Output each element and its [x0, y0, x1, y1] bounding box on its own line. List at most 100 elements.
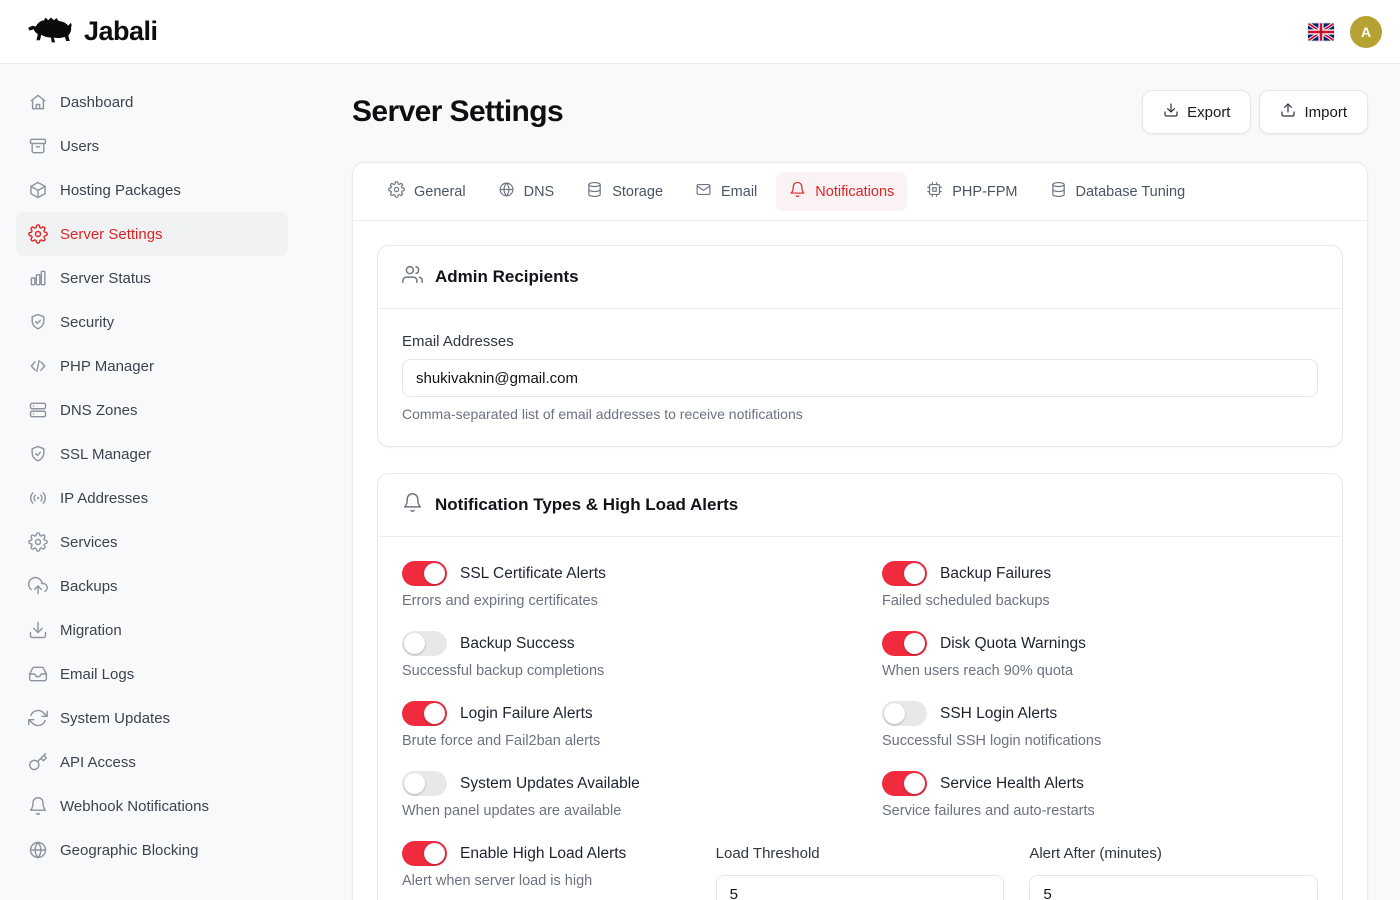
users-icon	[402, 264, 423, 290]
sidebar-item-label: PHP Manager	[60, 358, 154, 375]
toggle-label: Backup Success	[460, 635, 575, 653]
sidebar-item-hosting-packages[interactable]: Hosting Packages	[16, 168, 288, 212]
email-addresses-input[interactable]	[402, 359, 1318, 397]
toggle-service-health-alerts: Service Health Alerts Service failures a…	[882, 771, 1318, 819]
sidebar-item-dashboard[interactable]: Dashboard	[16, 80, 288, 124]
brand: Jabali	[26, 14, 158, 50]
bell-icon	[28, 796, 48, 816]
system-updates-available-switch[interactable]	[402, 771, 447, 796]
sidebar-item-server-settings[interactable]: Server Settings	[16, 212, 288, 256]
import-button[interactable]: Import	[1259, 90, 1368, 134]
sidebar-item-dns-zones[interactable]: DNS Zones	[16, 388, 288, 432]
sidebar-item-server-status[interactable]: Server Status	[16, 256, 288, 300]
sidebar-item-users[interactable]: Users	[16, 124, 288, 168]
toggle-description: Failed scheduled backups	[882, 593, 1318, 609]
sidebar-item-webhook-notifications[interactable]: Webhook Notifications	[16, 784, 288, 828]
home-icon	[28, 92, 48, 112]
sidebar-item-label: Services	[60, 534, 118, 551]
page-actions: Export Import	[1142, 90, 1368, 134]
notification-toggles: SSL Certificate Alerts Errors and expiri…	[402, 561, 1318, 819]
bell-icon	[789, 181, 806, 202]
sidebar-item-label: Server Status	[60, 270, 151, 287]
backup-success-switch[interactable]	[402, 631, 447, 656]
load-threshold-input[interactable]	[716, 875, 1005, 900]
sidebar-item-label: Email Logs	[60, 666, 134, 683]
switch-knob	[424, 703, 445, 724]
switch-knob	[884, 703, 905, 724]
tab-general[interactable]: General	[375, 172, 479, 211]
sidebar-item-label: Security	[60, 314, 114, 331]
toggle-backup-failures: Backup Failures Failed scheduled backups	[882, 561, 1318, 609]
panel-body: Admin Recipients Email Addresses Comma-s…	[353, 221, 1367, 900]
sidebar-item-services[interactable]: Services	[16, 520, 288, 564]
key-icon	[28, 752, 48, 772]
globe-icon	[28, 840, 48, 860]
toggle-label: Login Failure Alerts	[460, 705, 593, 723]
high-load-row: Enable High Load Alerts Alert when serve…	[402, 841, 1318, 900]
toggle-description: When panel updates are available	[402, 803, 838, 819]
toggle-backup-success: Backup Success Successful backup complet…	[402, 631, 838, 679]
login-failure-alerts-switch[interactable]	[402, 701, 447, 726]
sidebar-item-label: Webhook Notifications	[60, 798, 209, 815]
backup-failures-switch[interactable]	[882, 561, 927, 586]
tab-database-tuning[interactable]: Database Tuning	[1037, 172, 1199, 211]
disk-quota-warnings-switch[interactable]	[882, 631, 927, 656]
sidebar-item-php-manager[interactable]: PHP Manager	[16, 344, 288, 388]
sidebar-item-system-updates[interactable]: System Updates	[16, 696, 288, 740]
ssl-certificate-alerts-switch[interactable]	[402, 561, 447, 586]
page-title: Server Settings	[352, 95, 563, 129]
sidebar-item-geographic-blocking[interactable]: Geographic Blocking	[16, 828, 288, 872]
alert-after-input[interactable]	[1029, 875, 1318, 900]
uk-flag-icon[interactable]	[1308, 23, 1334, 41]
database-icon	[586, 181, 603, 202]
cloud-upload-icon	[28, 576, 48, 596]
tab-php-fpm[interactable]: PHP-FPM	[913, 172, 1030, 211]
admin-recipients-header: Admin Recipients	[378, 246, 1342, 309]
toggle-description: Alert when server load is high	[402, 873, 691, 889]
tab-label: General	[414, 184, 466, 200]
gear-icon	[28, 224, 48, 244]
sidebar-item-api-access[interactable]: API Access	[16, 740, 288, 784]
admin-recipients-body: Email Addresses Comma-separated list of …	[378, 309, 1342, 446]
toggle-description: When users reach 90% quota	[882, 663, 1318, 679]
toggle-ssl-certificate-alerts: SSL Certificate Alerts Errors and expiri…	[402, 561, 838, 609]
toggle-system-updates-available: System Updates Available When panel upda…	[402, 771, 838, 819]
tab-label: Database Tuning	[1076, 184, 1186, 200]
sidebar-item-label: Hosting Packages	[60, 182, 181, 199]
notification-types-title: Notification Types & High Load Alerts	[435, 495, 738, 515]
download-icon	[28, 620, 48, 640]
user-avatar[interactable]: A	[1350, 16, 1382, 48]
switch-knob	[404, 633, 425, 654]
sidebar-item-backups[interactable]: Backups	[16, 564, 288, 608]
sidebar-item-label: Users	[60, 138, 99, 155]
ssh-login-alerts-switch[interactable]	[882, 701, 927, 726]
sidebar-item-label: Geographic Blocking	[60, 842, 198, 859]
header-right: A	[1308, 16, 1382, 48]
code-icon	[28, 356, 48, 376]
sidebar-item-migration[interactable]: Migration	[16, 608, 288, 652]
sidebar-item-label: Backups	[60, 578, 118, 595]
toggle-description: Service failures and auto-restarts	[882, 803, 1318, 819]
switch-knob	[904, 633, 925, 654]
admin-recipients-card: Admin Recipients Email Addresses Comma-s…	[377, 245, 1343, 447]
boar-logo-icon	[26, 14, 76, 50]
sidebar-item-ip-addresses[interactable]: IP Addresses	[16, 476, 288, 520]
tab-dns[interactable]: DNS	[485, 172, 568, 211]
sidebar-item-ssl-manager[interactable]: SSL Manager	[16, 432, 288, 476]
export-button[interactable]: Export	[1142, 90, 1251, 134]
toggle-description: Errors and expiring certificates	[402, 593, 838, 609]
sidebar-item-security[interactable]: Security	[16, 300, 288, 344]
switch-knob	[424, 843, 445, 864]
tab-email[interactable]: Email	[682, 172, 770, 211]
service-health-alerts-switch[interactable]	[882, 771, 927, 796]
sidebar-nav: Dashboard Users Hosting Packages Server …	[16, 80, 288, 872]
shield-check-icon	[28, 444, 48, 464]
page-head: Server Settings Export Import	[352, 90, 1368, 134]
notification-types-body: SSL Certificate Alerts Errors and expiri…	[378, 537, 1342, 900]
tab-storage[interactable]: Storage	[573, 172, 676, 211]
broadcast-icon	[28, 488, 48, 508]
sidebar-item-email-logs[interactable]: Email Logs	[16, 652, 288, 696]
tab-notifications[interactable]: Notifications	[776, 172, 907, 211]
enable-high-load-alerts-switch[interactable]	[402, 841, 447, 866]
alert-after-label: Alert After (minutes)	[1029, 841, 1318, 866]
